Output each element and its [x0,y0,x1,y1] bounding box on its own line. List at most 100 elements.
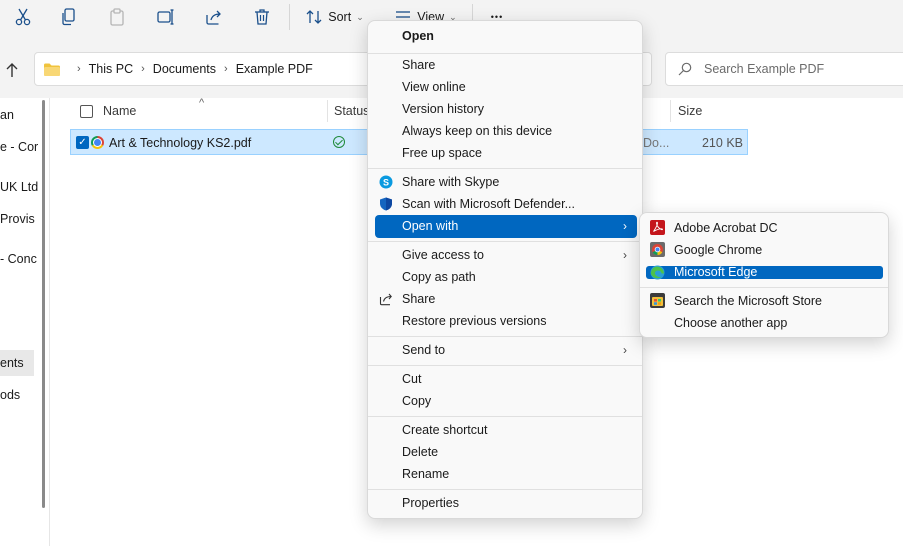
menu-item-copy[interactable]: Copy [375,390,637,412]
copy-button[interactable] [58,6,80,28]
chevron-right-icon: › [623,219,627,233]
column-header-status[interactable]: Status [334,98,369,124]
menu-item-label: Share with Skype [402,175,500,189]
menu-divider [640,287,888,288]
checkmark-icon[interactable]: ✓ [76,136,89,149]
menu-item-open[interactable]: Open [375,25,637,47]
menu-item-always-keep[interactable]: Always keep on this device [375,120,637,142]
share-icon [379,293,392,306]
menu-item-restore-versions[interactable]: Restore previous versions [375,310,637,332]
chevron-down-icon: ⌄ [356,11,364,22]
rename-icon [157,9,174,25]
menu-item-version-history[interactable]: Version history [375,98,637,120]
sort-label: Sort [328,10,352,24]
column-divider[interactable] [327,100,328,122]
select-all-checkbox[interactable] [80,98,93,124]
search-placeholder: Search Example PDF [704,62,825,76]
store-icon [650,293,665,308]
menu-item-rename[interactable]: Rename [375,463,637,485]
chevron-right-icon: › [623,343,627,357]
app-item-microsoft-edge[interactable]: Microsoft Edge [646,265,883,280]
chevron-right-icon: › [77,63,81,75]
scissors-icon [15,8,31,26]
menu-item-label: Send to [402,343,446,357]
share-icon [206,10,221,25]
edge-icon [650,265,665,280]
app-item-adobe-acrobat[interactable]: Adobe Acrobat DC [646,220,883,235]
nav-item[interactable]: an [0,102,14,128]
file-size: 210 KB [701,136,743,150]
app-label: Adobe Acrobat DC [674,221,778,235]
menu-item-view-online[interactable]: View online [375,76,637,98]
chrome-icon [650,242,665,257]
menu-item-give-access[interactable]: Give access to › [375,244,637,266]
search-icon [678,62,692,76]
navigation-pane: an e - Cor UK Ltd Provis - Conc ents ods [0,98,50,546]
menu-item-properties[interactable]: Properties [375,492,637,514]
app-item-microsoft-store[interactable]: Search the Microsoft Store [646,293,883,308]
column-header-name[interactable]: Name [103,98,136,124]
sort-button[interactable]: Sort ⌄ [302,6,368,28]
nav-item[interactable]: Provis [0,206,35,232]
menu-item-copy-as-path[interactable]: Copy as path [375,266,637,288]
cut-button[interactable] [12,6,34,28]
menu-divider [368,416,642,417]
app-item-google-chrome[interactable]: Google Chrome [646,242,883,257]
folder-icon [44,63,60,76]
chevron-right-icon: › [224,63,228,75]
file-type: Do... [643,136,670,150]
paste-button[interactable] [106,6,128,28]
nav-scrollbar[interactable] [42,100,45,508]
menu-item-scan-defender[interactable]: Scan with Microsoft Defender... [375,193,637,215]
file-name: Art & Technology KS2.pdf [109,136,252,150]
app-label: Search the Microsoft Store [674,294,822,308]
column-divider[interactable] [670,100,671,122]
up-button[interactable] [2,60,22,80]
menu-item-open-with[interactable]: Open with › [375,215,637,238]
paste-icon [110,8,124,26]
copy-icon [62,8,75,26]
arrow-up-icon [6,63,18,77]
sort-ascending-icon: ^ [199,97,205,109]
delete-button[interactable] [251,6,273,28]
app-label: Microsoft Edge [674,265,758,279]
svg-text:S: S [383,178,389,188]
menu-item-cut[interactable]: Cut [375,368,637,390]
menu-item-share-skype[interactable]: S Share with Skype [375,171,637,193]
chevron-right-icon: › [141,63,145,75]
menu-item-share-2[interactable]: Share [375,288,637,310]
app-label: Google Chrome [674,243,763,257]
nav-item[interactable]: e - Cor [0,134,38,160]
menu-item-label: Scan with Microsoft Defender... [402,197,575,211]
menu-item-create-shortcut[interactable]: Create shortcut [375,419,637,441]
search-input[interactable]: Search Example PDF [665,52,903,86]
menu-divider [368,241,642,242]
synced-check-icon [333,136,345,148]
nav-item-documents[interactable]: ents [0,350,34,376]
menu-item-free-up-space[interactable]: Free up space [375,142,637,164]
menu-divider [368,365,642,366]
nav-item-downloads[interactable]: ods [0,382,20,408]
toolbar-divider [289,4,290,30]
column-header-size[interactable]: Size [678,98,702,124]
nav-item[interactable]: - Conc [0,246,37,272]
rename-button[interactable] [155,6,177,28]
menu-divider [368,336,642,337]
menu-item-label: Share [402,292,436,306]
skype-icon: S [379,175,393,189]
share-button[interactable] [203,6,225,28]
app-item-choose-another[interactable]: Choose another app [646,316,883,330]
shield-icon [380,197,392,211]
trash-icon [255,9,269,25]
menu-item-share[interactable]: Share [375,54,637,76]
menu-item-delete[interactable]: Delete [375,441,637,463]
menu-divider [368,489,642,490]
open-with-submenu: Adobe Acrobat DC Google Chrome Microsoft… [639,212,889,338]
breadcrumb-documents[interactable]: Documents [153,62,216,76]
nav-item[interactable]: UK Ltd [0,174,38,200]
chevron-right-icon: › [623,248,627,262]
menu-item-send-to[interactable]: Send to › [375,339,637,361]
breadcrumb-this-pc[interactable]: This PC [89,62,133,76]
breadcrumb-example-pdf[interactable]: Example PDF [236,62,313,76]
menu-item-label: Give access to [402,248,484,262]
